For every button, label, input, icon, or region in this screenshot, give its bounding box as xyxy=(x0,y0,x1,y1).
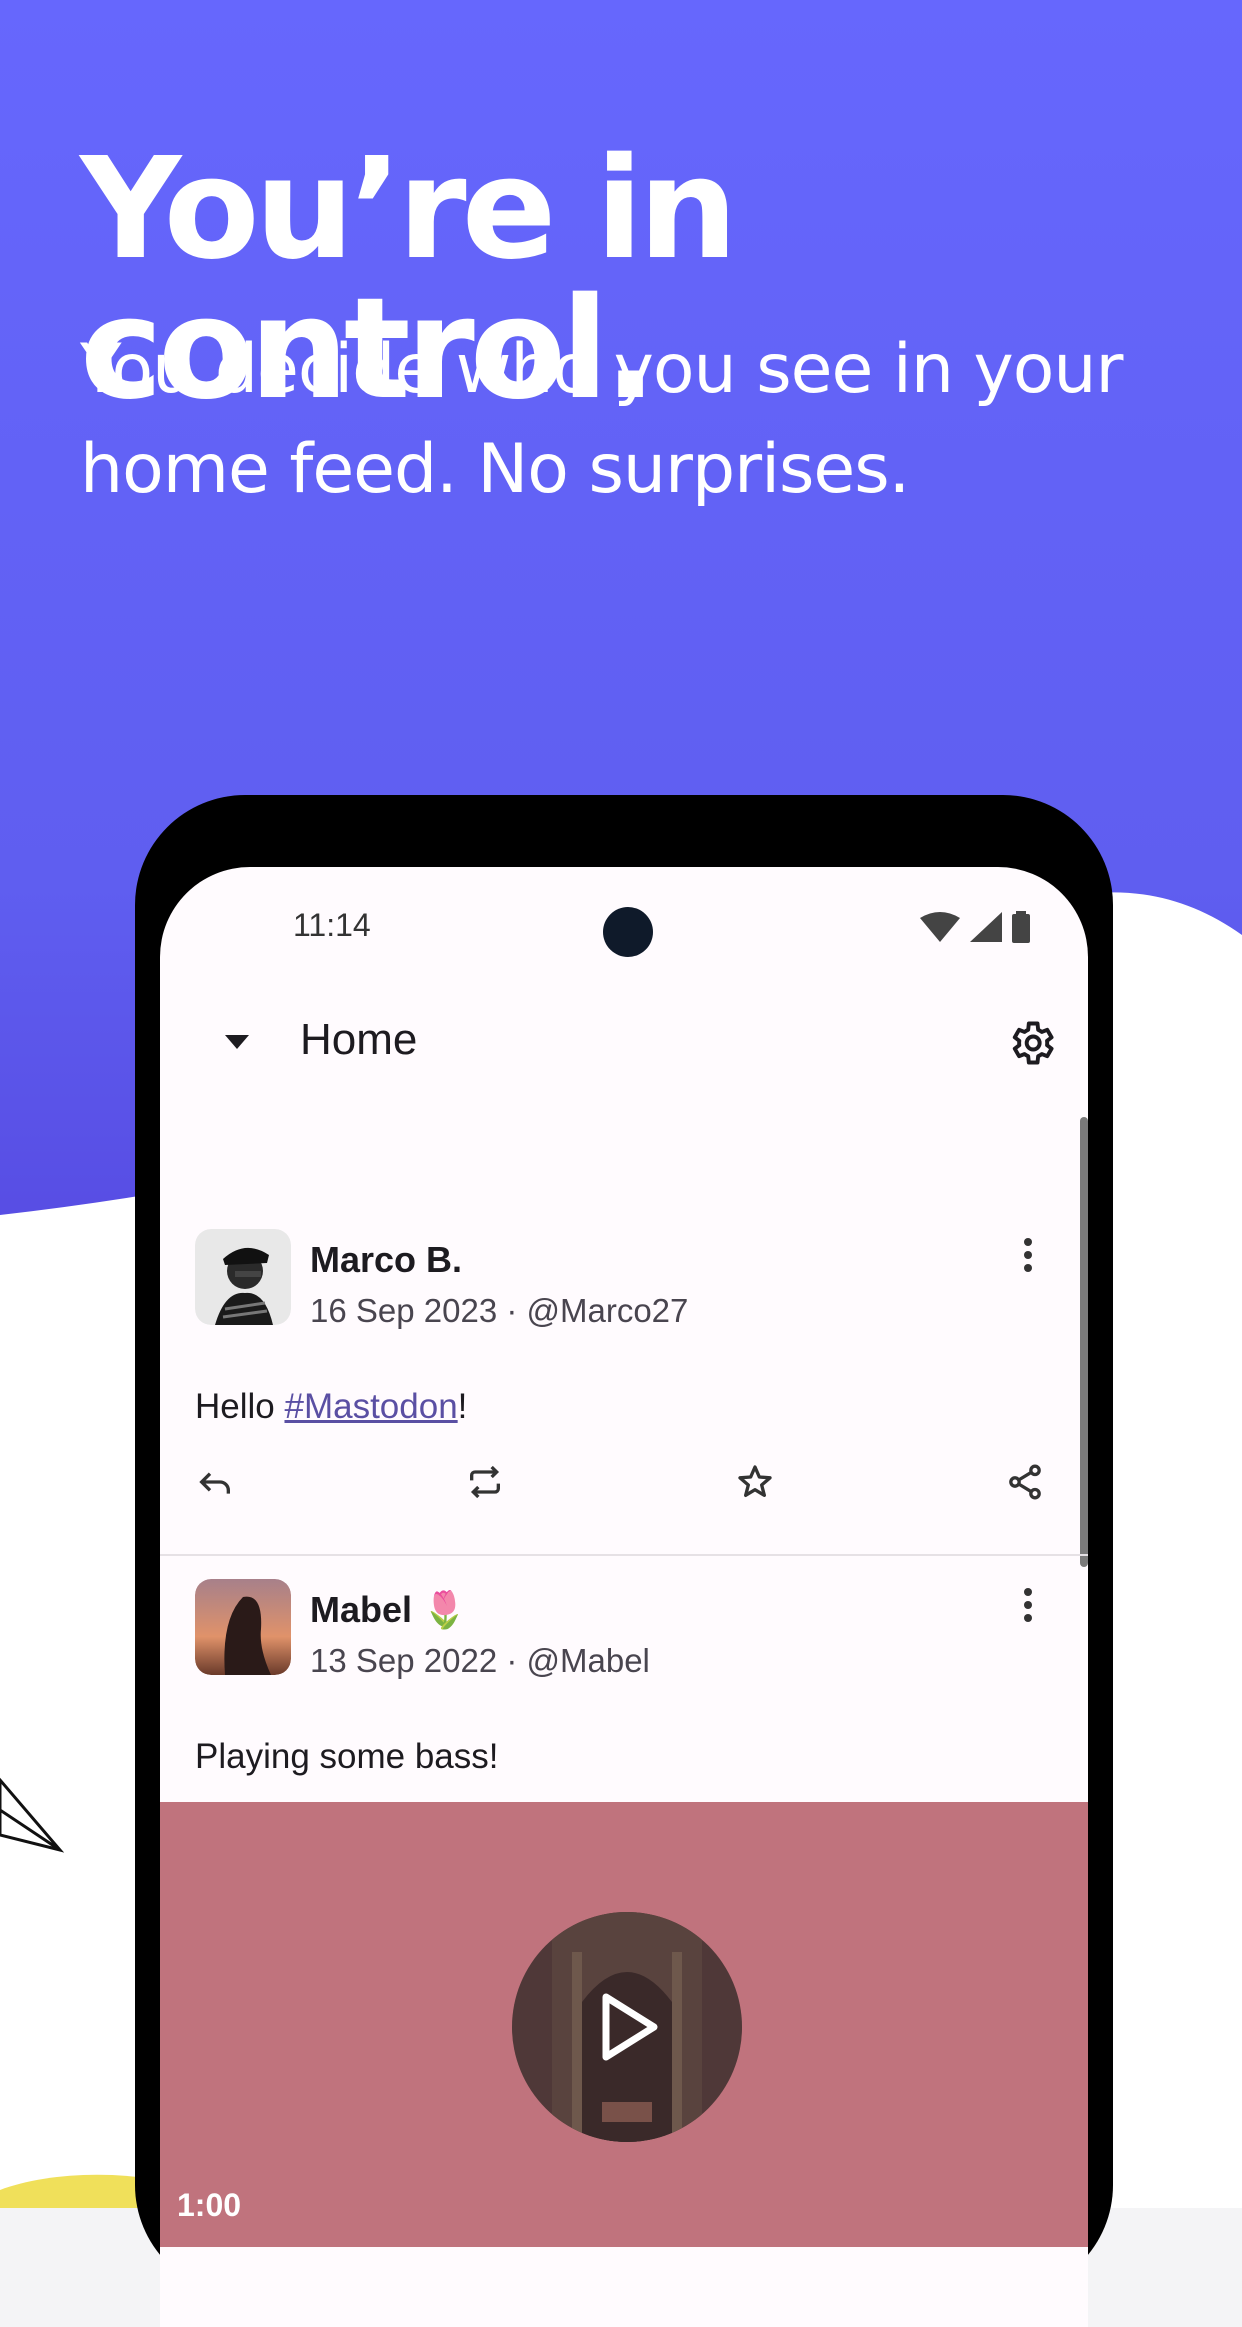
front-camera xyxy=(603,907,653,957)
post-text-suffix: ! xyxy=(457,1387,468,1426)
battery-icon xyxy=(1012,911,1030,943)
app-bar-title[interactable]: Home xyxy=(300,1015,417,1065)
wifi-icon xyxy=(920,912,960,942)
media-duration: 1:00 xyxy=(177,2187,242,2223)
chevron-down-icon[interactable] xyxy=(222,1025,252,1055)
post-content: Playing some bass! xyxy=(195,1737,499,1776)
audio-artwork[interactable] xyxy=(512,1912,742,2142)
post-author[interactable]: Mabel 🌷 xyxy=(310,1589,467,1631)
app-bar: Home xyxy=(160,987,1088,1097)
post-meta: 13 Sep 2022 · @Mabel xyxy=(310,1642,650,1679)
star-icon[interactable] xyxy=(735,1462,775,1502)
paper-plane-icon xyxy=(0,1777,65,1853)
hashtag-link[interactable]: #Mastodon xyxy=(284,1387,457,1426)
avatar[interactable] xyxy=(195,1229,291,1325)
share-icon[interactable] xyxy=(1005,1462,1045,1502)
media-attachment[interactable]: 1:00 xyxy=(160,1802,1088,2247)
more-vert-icon[interactable] xyxy=(1022,1237,1034,1273)
post-meta: 16 Sep 2023 · @Marco27 xyxy=(310,1292,689,1329)
status-bar: 11:14 xyxy=(160,867,1088,987)
more-vert-icon[interactable] xyxy=(1022,1587,1034,1623)
avatar[interactable] xyxy=(195,1579,291,1675)
phone-frame: 11:14 Home Marco B. 16 Sep 2023 · @Marco… xyxy=(135,795,1113,2327)
reply-icon[interactable] xyxy=(195,1462,235,1502)
post-divider xyxy=(160,1554,1088,1556)
scrollbar[interactable] xyxy=(1080,1117,1088,1567)
phone-screen: 11:14 Home Marco B. 16 Sep 2023 · @Marco… xyxy=(160,867,1088,2327)
gear-icon[interactable] xyxy=(1005,1017,1057,1069)
hero-subhead: You decide who you see in your home feed… xyxy=(80,330,1123,509)
status-icons xyxy=(920,911,1030,943)
post-actions xyxy=(195,1462,1053,1522)
status-time: 11:14 xyxy=(293,907,371,943)
post-text: Hello xyxy=(195,1387,285,1426)
post-content: Hello #Mastodon! xyxy=(195,1387,467,1427)
boost-icon[interactable] xyxy=(465,1462,505,1502)
post-author[interactable]: Marco B. xyxy=(310,1239,462,1281)
play-icon[interactable] xyxy=(600,1992,660,2062)
signal-icon xyxy=(970,912,1002,942)
